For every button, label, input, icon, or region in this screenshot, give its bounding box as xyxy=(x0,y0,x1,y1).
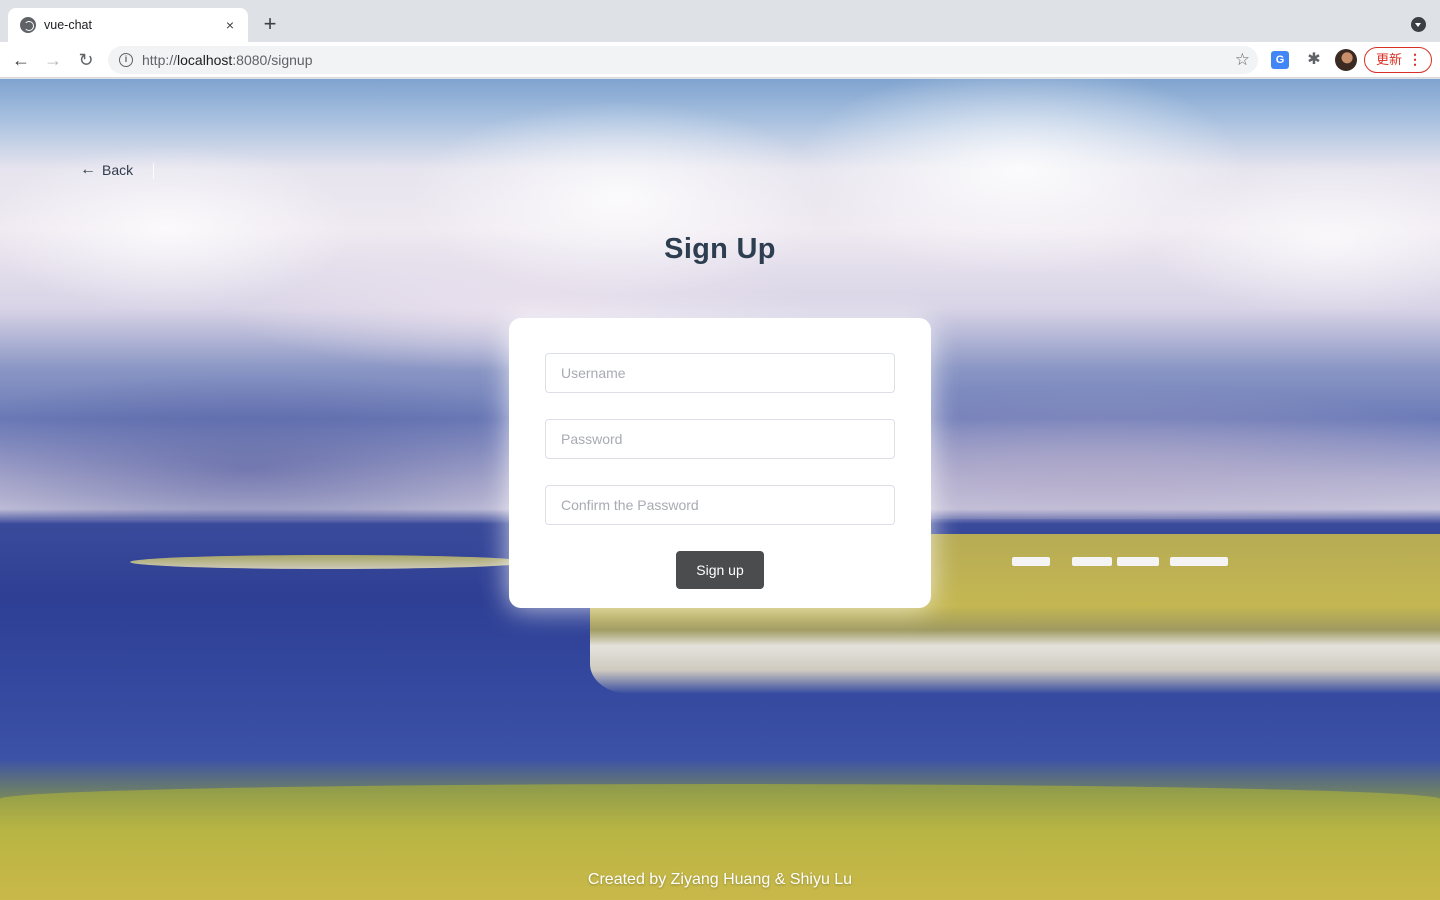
update-label: 更新 xyxy=(1376,52,1403,67)
address-bar[interactable]: i http://localhost:8080/signup ☆ xyxy=(108,46,1258,74)
tab-title: vue-chat xyxy=(44,18,92,32)
menu-dots-icon: ⋮ xyxy=(1408,51,1422,67)
background-bus xyxy=(1117,557,1159,566)
url-path: :8080/signup xyxy=(232,52,313,68)
update-button[interactable]: 更新 ⋮ xyxy=(1364,47,1432,73)
username-input[interactable] xyxy=(545,353,895,393)
url-scheme: http:// xyxy=(142,52,178,68)
browser-tab-strip: vue-chat × + xyxy=(0,0,1440,42)
profile-avatar[interactable] xyxy=(1335,49,1357,71)
back-arrow-icon: ← xyxy=(80,161,96,178)
extensions-icon[interactable]: ✱ xyxy=(1304,50,1324,70)
background-bus xyxy=(1170,557,1228,566)
tab-search-icon[interactable] xyxy=(1411,17,1426,32)
background-bus xyxy=(1012,557,1050,566)
footer-credits: Created by Ziyang Huang & Shiyu Lu xyxy=(587,871,853,888)
url-host: localhost xyxy=(177,52,233,68)
close-icon[interactable]: × xyxy=(222,17,238,33)
reload-icon[interactable]: ↻ xyxy=(73,47,99,73)
signup-page: ← Back Sign Up Sign up Created by Ziyang… xyxy=(0,79,1440,900)
back-arrow-icon[interactable]: ← xyxy=(8,47,34,73)
translate-icon[interactable]: G xyxy=(1271,51,1289,69)
page-title: Sign Up xyxy=(664,233,776,265)
browser-tab[interactable]: vue-chat × xyxy=(8,8,248,42)
info-icon[interactable]: i xyxy=(119,53,133,67)
confirm-password-input[interactable] xyxy=(545,485,895,525)
signup-form-card: Sign up xyxy=(509,318,931,608)
back-label: Back xyxy=(102,162,134,178)
background-bus xyxy=(1072,557,1112,566)
url-text[interactable]: http://localhost:8080/signup xyxy=(142,52,312,68)
background-shore-left xyxy=(130,555,530,569)
bookmark-star-icon[interactable]: ☆ xyxy=(1235,50,1250,70)
signup-button[interactable]: Sign up xyxy=(676,551,764,589)
password-input[interactable] xyxy=(545,419,895,459)
new-tab-button[interactable]: + xyxy=(258,12,282,36)
browser-toolbar: ← → ↻ i http://localhost:8080/signup ☆ G… xyxy=(0,42,1440,78)
divider xyxy=(153,163,154,179)
forward-arrow-icon[interactable]: → xyxy=(40,47,66,73)
back-link[interactable]: ← Back xyxy=(80,161,133,179)
globe-icon xyxy=(20,17,36,33)
